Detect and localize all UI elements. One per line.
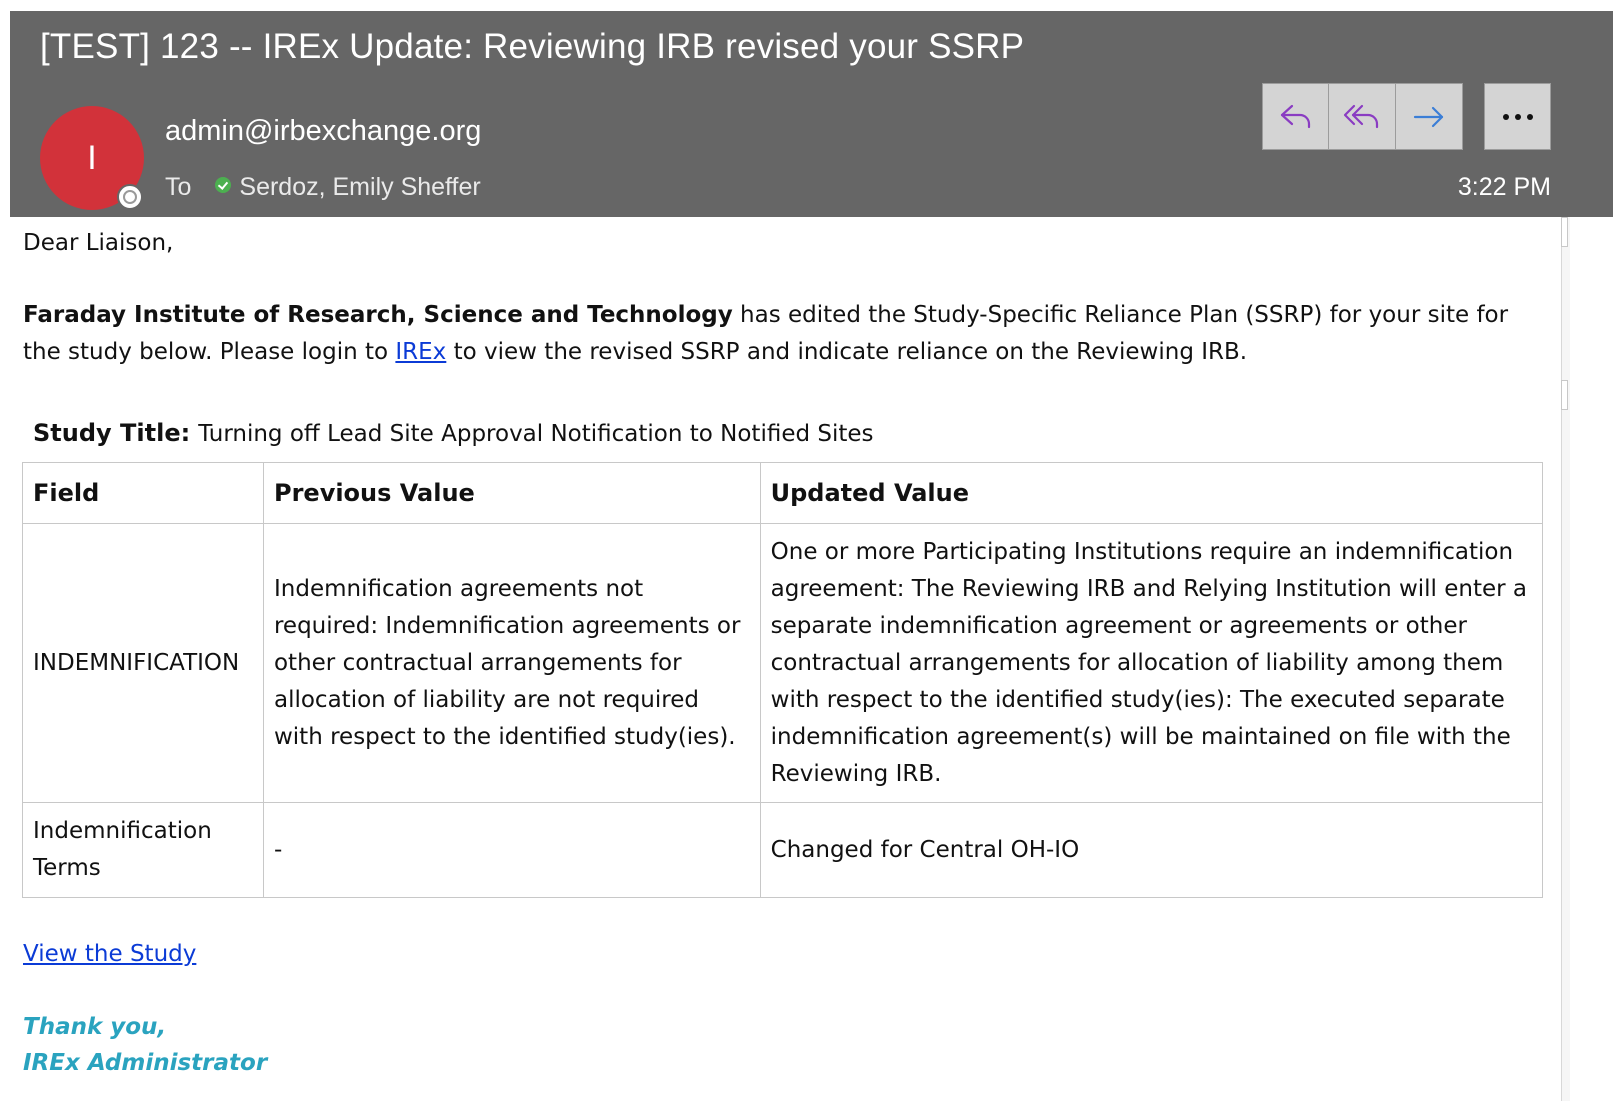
column-header-updated: Updated Value [759, 462, 1544, 524]
reply-all-icon [1343, 104, 1379, 128]
avatar-initial: I [87, 139, 97, 177]
window-top-border [0, 0, 1613, 11]
cell-field: Indemnification Terms [22, 802, 264, 898]
study-title: Turning off Lead Site Approval Notificat… [198, 421, 874, 447]
table-row: INDEMNIFICATION Indemnification agreemen… [22, 523, 1544, 803]
received-time: 3:22 PM [1457, 173, 1551, 201]
vertical-scrollbar[interactable] [1561, 217, 1570, 1101]
to-label: To [165, 173, 192, 201]
institution-name: Faraday Institute of Research, Science a… [23, 302, 733, 328]
email-subject: [TEST] 123 -- IREx Update: Reviewing IRB… [40, 27, 1025, 66]
scrollbar-up-arrow[interactable] [1561, 217, 1568, 247]
message-actions [1262, 83, 1463, 151]
signature-name: IREx Administrator [23, 1050, 268, 1076]
scrollbar-thumb[interactable] [1561, 380, 1568, 410]
intro-paragraph: Faraday Institute of Research, Science a… [23, 297, 1553, 371]
cell-updated-value: One or more Participating Institutions r… [759, 523, 1544, 803]
greeting: Dear Liaison, [23, 230, 174, 256]
forward-button[interactable] [1396, 83, 1463, 150]
cell-field: INDEMNIFICATION [22, 523, 264, 803]
recipients-line: To Serdoz, Emily Sheffer [165, 173, 481, 202]
recipient-available-icon [215, 177, 232, 193]
more-icon [1502, 113, 1533, 120]
more-actions-button[interactable] [1484, 83, 1551, 150]
signature: Thank you, IREx Administrator [23, 1009, 267, 1081]
reply-icon [1280, 104, 1310, 128]
presence-status-icon [117, 184, 143, 210]
cell-previous-value: - [262, 802, 761, 898]
changes-table: Field Previous Value Updated Value INDEM… [22, 462, 1544, 898]
reply-all-button[interactable] [1329, 83, 1396, 150]
intro-text-2: to view the revised SSRP and indicate re… [446, 339, 1248, 365]
signoff-line: Thank you, [23, 1014, 167, 1040]
message-header: [TEST] 123 -- IREx Update: Reviewing IRB… [10, 11, 1613, 217]
table-header-row: Field Previous Value Updated Value [22, 462, 1544, 524]
column-header-previous: Previous Value [262, 462, 761, 524]
column-header-field: Field [22, 462, 264, 524]
recipient-name[interactable]: Serdoz, Emily Sheffer [239, 173, 480, 201]
study-title-label: Study Title: [33, 419, 191, 447]
forward-icon [1413, 106, 1444, 127]
study-title-line: Study Title: Turning off Lead Site Approv… [33, 415, 874, 453]
table-row: Indemnification Terms - Changed for Cent… [22, 802, 1544, 898]
cell-updated-value: Changed for Central OH-IO [759, 802, 1544, 898]
sender-address[interactable]: admin@irbexchange.org [165, 115, 481, 148]
irex-link[interactable]: IREx [395, 339, 446, 365]
cell-previous-value: Indemnification agreements not required:… [262, 523, 761, 803]
reply-button[interactable] [1262, 83, 1329, 150]
view-study-link[interactable]: View the Study [23, 941, 196, 967]
